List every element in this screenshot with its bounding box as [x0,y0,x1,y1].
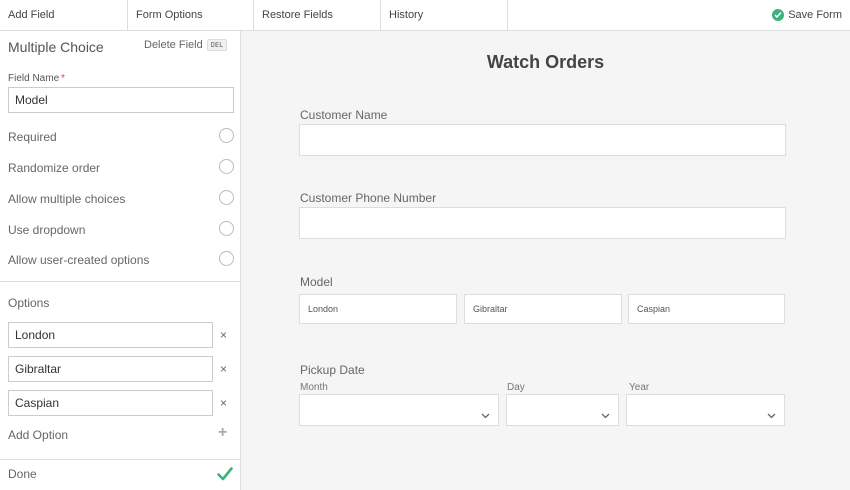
toggle-radio[interactable] [219,128,234,143]
customer-name-label: Customer Name [300,108,388,122]
delete-shortcut-badge: DEL [206,39,228,51]
toggle-use-dropdown[interactable]: Use dropdown [8,221,234,239]
pickup-date-label: Pickup Date [300,363,365,377]
chevron-down-icon [481,406,490,424]
delete-field-label: Delete Field [144,39,203,51]
field-type-title: Multiple Choice [8,39,104,55]
toggle-randomize-order[interactable]: Randomize order [8,159,234,177]
day-label: Day [507,382,525,393]
choice-input-2[interactable] [8,356,213,382]
toggle-radio[interactable] [219,159,234,174]
remove-choice-icon[interactable]: × [220,396,227,410]
add-field-tab[interactable]: Add Field [0,0,128,30]
sidebar-divider [0,459,240,460]
done-button[interactable]: Done [8,467,37,481]
plus-icon[interactable]: + [218,424,227,442]
month-label: Month [300,382,328,393]
form-options-tab[interactable]: Form Options [128,0,254,30]
toggle-required[interactable]: Required [8,128,234,146]
customer-phone-input[interactable] [299,207,786,239]
restore-fields-tab[interactable]: Restore Fields [254,0,381,30]
top-toolbar: Add Field Form Options Restore Fields Hi… [0,0,850,31]
history-tab[interactable]: History [381,0,508,30]
form-title: Watch Orders [486,52,605,72]
remove-choice-icon[interactable]: × [220,328,227,342]
sidebar-divider [0,281,240,282]
model-label: Model [300,275,333,289]
chevron-down-icon [601,406,610,424]
customer-phone-label: Customer Phone Number [300,191,437,205]
save-form-label: Save Form [788,9,842,21]
toggle-radio[interactable] [219,251,234,266]
chevron-down-icon [767,406,776,424]
form-preview: Watch Orders Customer Name Customer Phon… [241,31,850,490]
toggle-label: Allow user-created options [8,253,150,267]
month-select[interactable] [299,394,499,426]
toggle-label: Use dropdown [8,223,86,237]
model-choice-caspian[interactable]: Caspian [628,294,785,324]
model-choice-london[interactable]: London [299,294,457,324]
options-heading: Options [8,296,50,310]
choice-input-3[interactable] [8,390,213,416]
year-label: Year [629,382,650,393]
toggle-radio[interactable] [219,221,234,236]
toggle-label: Allow multiple choices [8,192,126,206]
add-option-button[interactable]: Add Option [8,428,68,442]
toggle-user-created-options[interactable]: Allow user-created options [8,251,234,269]
model-choice-gibraltar[interactable]: Gibraltar [464,294,622,324]
field-name-label: Field Name * [8,73,66,84]
toggle-label: Randomize order [8,161,101,175]
checkmark-icon[interactable] [217,467,233,486]
required-asterisk: * [61,73,66,84]
field-name-input[interactable] [8,87,234,113]
check-circle-icon [772,9,785,21]
delete-field-button[interactable]: Delete Field DEL [144,39,228,51]
choice-input-1[interactable] [8,322,213,348]
customer-name-input[interactable] [299,124,786,156]
toggle-radio[interactable] [219,190,234,205]
day-select[interactable] [506,394,619,426]
save-form-button[interactable]: Save Form [772,0,842,30]
remove-choice-icon[interactable]: × [220,362,227,376]
field-settings-sidebar: Multiple Choice Delete Field DEL Field N… [0,31,241,490]
year-select[interactable] [626,394,785,426]
toggle-label: Required [8,130,57,144]
toggle-allow-multiple[interactable]: Allow multiple choices [8,190,234,208]
